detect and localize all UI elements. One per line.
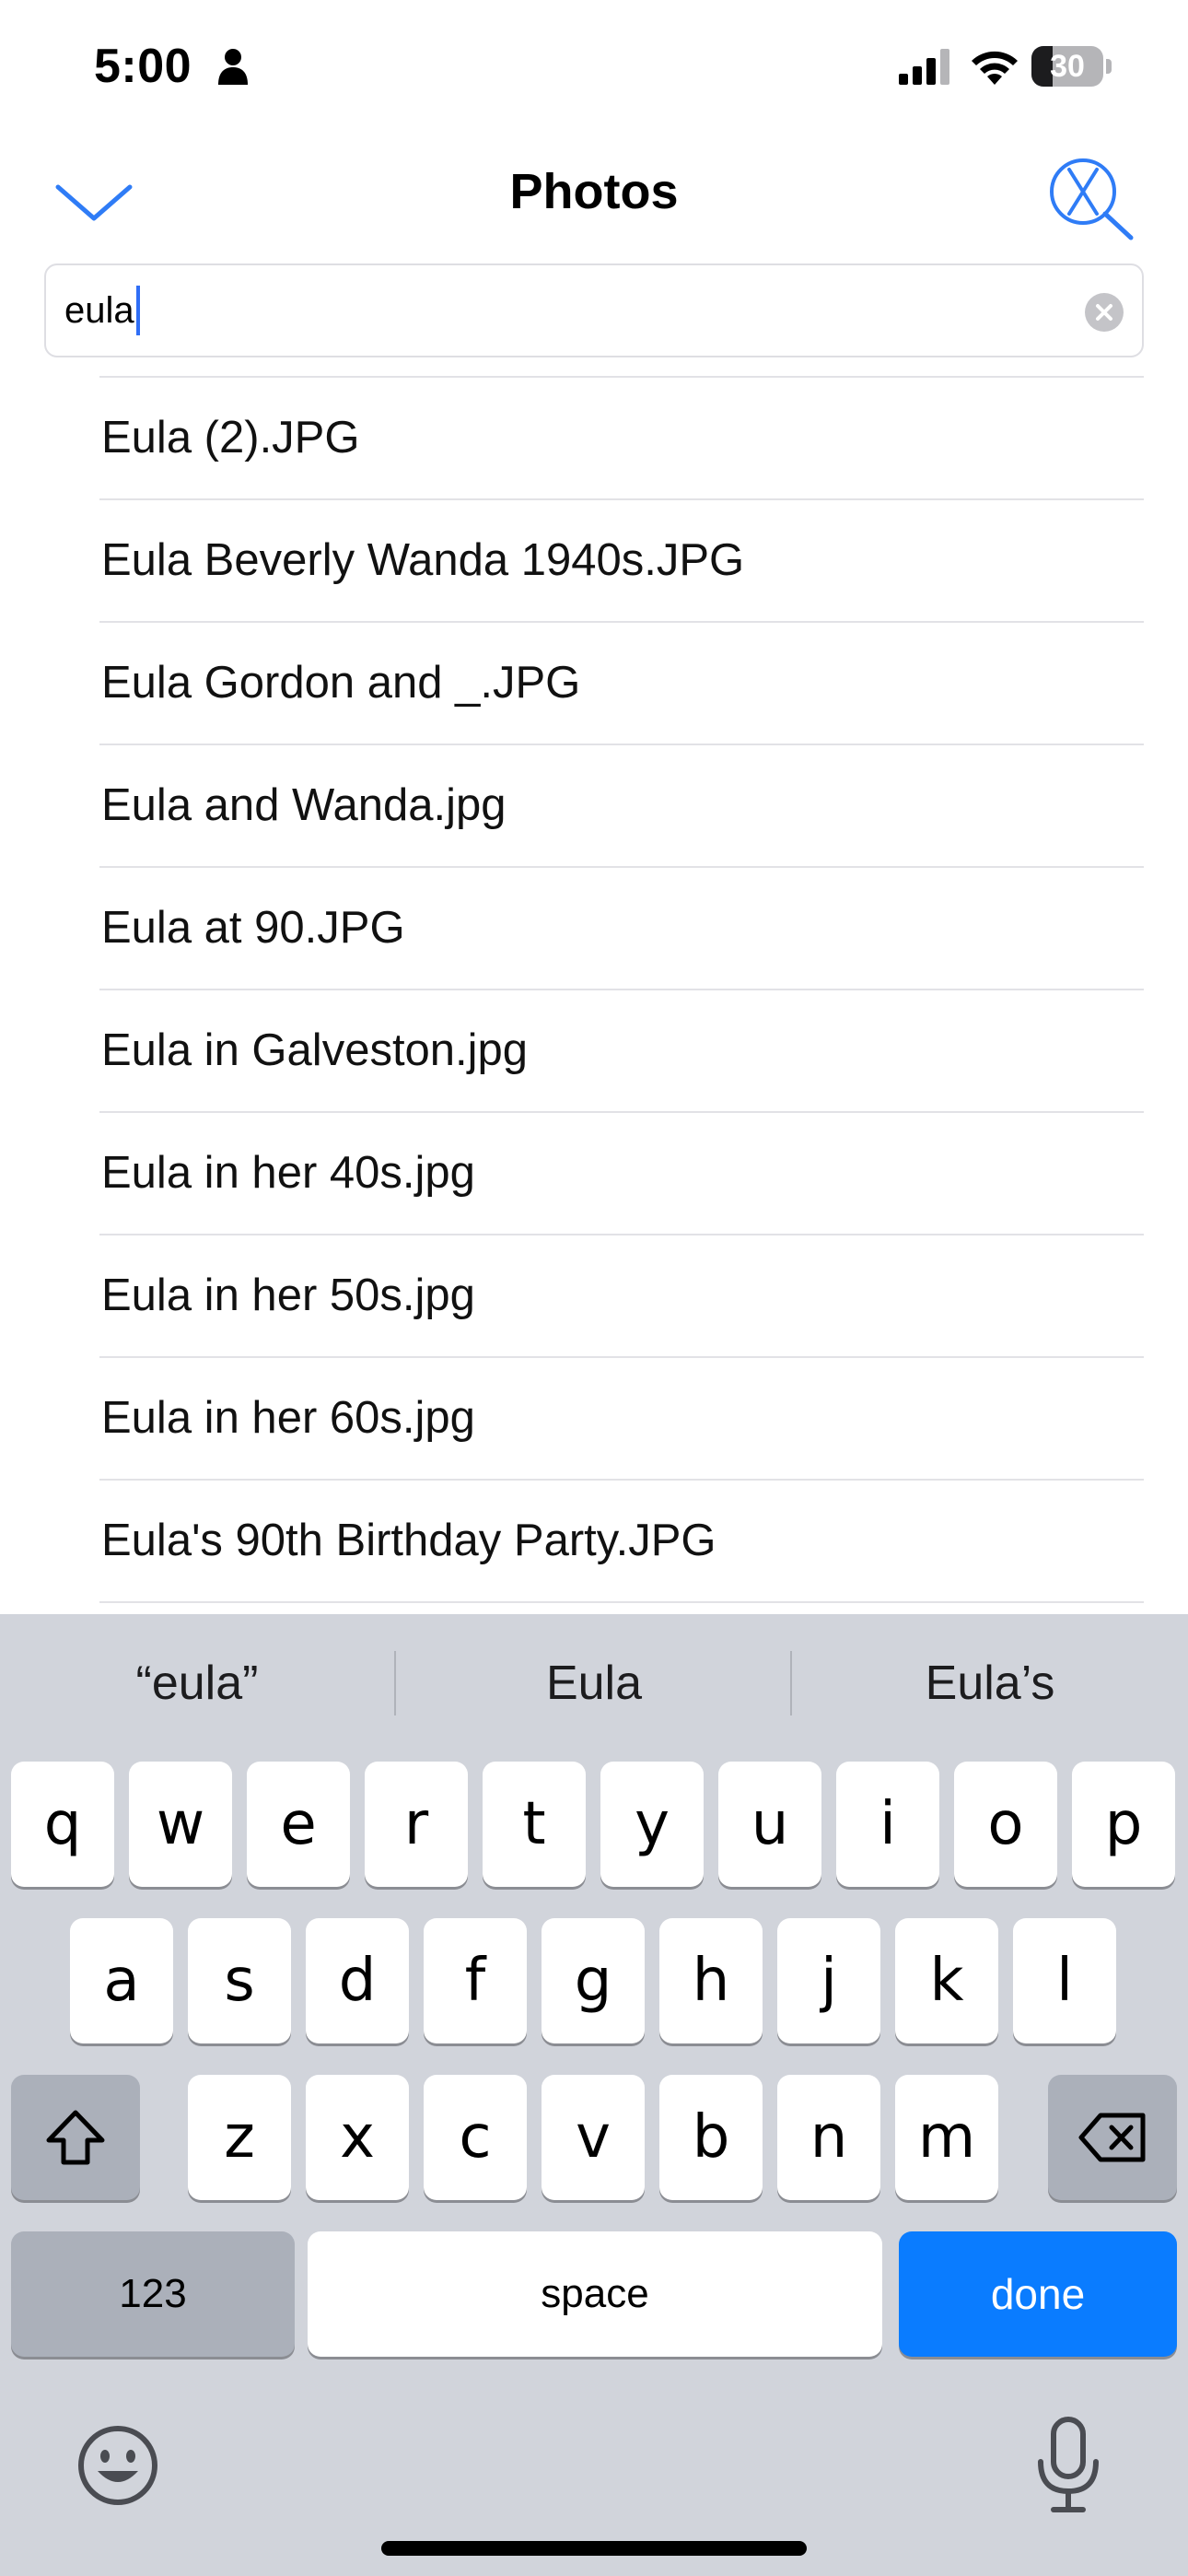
list-item[interactable]: Eula Gordon and _.JPG	[0, 623, 1188, 745]
key-g[interactable]: g	[542, 1918, 645, 2043]
collapse-button[interactable]	[48, 166, 140, 240]
list-item[interactable]: Eula in her 60s.jpg	[0, 1358, 1188, 1481]
key-f[interactable]: f	[424, 1918, 527, 2043]
text-caret	[135, 286, 140, 335]
list-item[interactable]: Eula in her 40s.jpg	[0, 1113, 1188, 1235]
search-input-value: eula	[64, 290, 134, 331]
emoji-button[interactable]	[74, 2421, 162, 2510]
list-item-label: Eula in her 50s.jpg	[101, 1270, 475, 1320]
key-u[interactable]: u	[718, 1762, 821, 1887]
list-item-label: Eula Beverly Wanda 1940s.JPG	[101, 535, 745, 585]
backspace-icon	[1078, 2113, 1146, 2162]
list-item[interactable]: Eula in her 50s.jpg	[0, 1235, 1188, 1358]
key-b[interactable]: b	[659, 2075, 763, 2200]
list-item[interactable]: Eula at 90.JPG	[0, 868, 1188, 990]
page-title: Photos	[509, 164, 679, 219]
status-bar: 5:00 30	[0, 0, 1188, 138]
chevron-down-icon	[55, 184, 133, 221]
space-key[interactable]: space	[308, 2231, 882, 2357]
key-t[interactable]: t	[483, 1762, 586, 1887]
done-key[interactable]: done	[899, 2231, 1177, 2357]
backspace-key[interactable]	[1048, 2075, 1177, 2200]
list-item[interactable]: Eula's 90th Birthday Party.JPG	[0, 1481, 1188, 1603]
emoji-icon	[78, 2426, 157, 2505]
list-item-label: Eula at 90.JPG	[101, 903, 405, 953]
suggestion-item[interactable]: Eula’s	[792, 1614, 1188, 1752]
clear-search-button[interactable]	[1046, 149, 1138, 241]
list-item[interactable]: Eula (2).JPG	[0, 378, 1188, 500]
search-results-list: Eula (2).JPG Eula Beverly Wanda 1940s.JP…	[0, 378, 1188, 1603]
key-r[interactable]: r	[365, 1762, 468, 1887]
key-l[interactable]: l	[1013, 1918, 1116, 2043]
suggestion-item[interactable]: Eula	[396, 1614, 792, 1752]
list-item-label: Eula in her 60s.jpg	[101, 1393, 475, 1443]
cellular-signal-icon	[899, 49, 949, 85]
battery-level: 30	[1050, 49, 1085, 84]
list-item-label: Eula Gordon and _.JPG	[101, 658, 581, 708]
key-z[interactable]: z	[188, 2075, 291, 2200]
dictation-button[interactable]	[1030, 2414, 1107, 2515]
key-m[interactable]: m	[895, 2075, 998, 2200]
list-item-label: Eula and Wanda.jpg	[101, 780, 507, 830]
suggestion-item[interactable]: “eula”	[0, 1614, 394, 1752]
list-item-label: Eula in her 40s.jpg	[101, 1148, 475, 1198]
key-o[interactable]: o	[954, 1762, 1057, 1887]
key-v[interactable]: v	[542, 2075, 645, 2200]
key-k[interactable]: k	[895, 1918, 998, 2043]
search-input[interactable]: eula	[44, 263, 1144, 357]
keyboard: “eula” Eula Eula’s q w e r t y u i o p a…	[0, 1614, 1188, 2576]
key-d[interactable]: d	[306, 1918, 409, 2043]
key-y[interactable]: y	[600, 1762, 704, 1887]
shift-icon	[46, 2110, 105, 2165]
key-j[interactable]: j	[777, 1918, 880, 2043]
nav-bar: Photos	[0, 138, 1188, 258]
person-icon	[218, 49, 248, 85]
key-c[interactable]: c	[424, 2075, 527, 2200]
battery-indicator: 30	[1031, 46, 1112, 87]
home-indicator	[381, 2541, 807, 2556]
key-w[interactable]: w	[129, 1762, 232, 1887]
key-x[interactable]: x	[306, 2075, 409, 2200]
clear-text-icon[interactable]	[1085, 293, 1124, 332]
list-item-label: Eula's 90th Birthday Party.JPG	[101, 1516, 716, 1565]
numbers-key[interactable]: 123	[11, 2231, 295, 2357]
key-n[interactable]: n	[777, 2075, 880, 2200]
shift-key[interactable]	[11, 2075, 140, 2200]
list-item[interactable]: Eula in Galveston.jpg	[0, 990, 1188, 1113]
key-a[interactable]: a	[70, 1918, 173, 2043]
list-item-label: Eula in Galveston.jpg	[101, 1025, 529, 1075]
key-p[interactable]: p	[1072, 1762, 1175, 1887]
key-e[interactable]: e	[247, 1762, 350, 1887]
microphone-icon	[1038, 2417, 1099, 2512]
list-item-label: Eula (2).JPG	[101, 413, 360, 463]
wifi-icon	[972, 51, 1018, 85]
key-s[interactable]: s	[188, 1918, 291, 2043]
list-item[interactable]: Eula and Wanda.jpg	[0, 745, 1188, 868]
status-time: 5:00	[94, 40, 192, 93]
key-q[interactable]: q	[11, 1762, 114, 1887]
suggestion-bar: “eula” Eula Eula’s	[0, 1614, 1188, 1752]
search-cancel-icon	[1050, 158, 1134, 240]
key-h[interactable]: h	[659, 1918, 763, 2043]
key-i[interactable]: i	[836, 1762, 939, 1887]
list-item[interactable]: Eula Beverly Wanda 1940s.JPG	[0, 500, 1188, 623]
